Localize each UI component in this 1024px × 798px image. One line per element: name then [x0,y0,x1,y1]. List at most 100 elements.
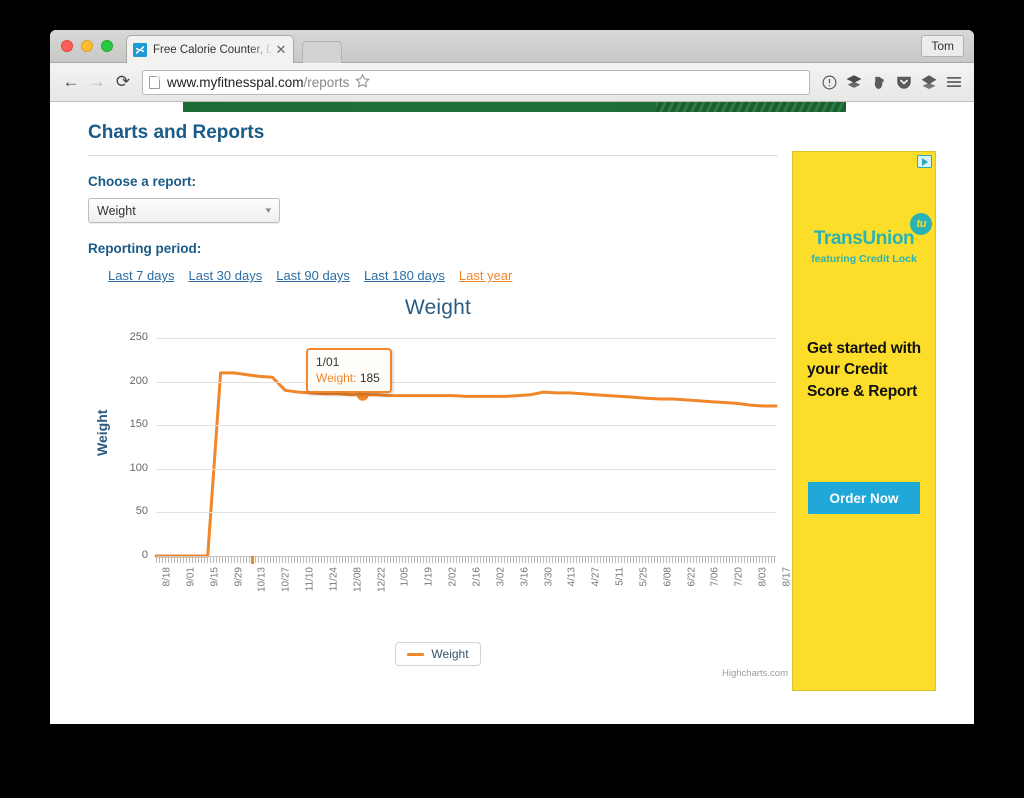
chart-series-line [154,371,778,558]
info-circle-icon[interactable] [817,70,841,94]
period-link-last-90-days[interactable]: Last 90 days [276,268,350,283]
ad-choices-icon[interactable] [917,155,932,168]
myfitnesspal-favicon [133,42,147,57]
legend-swatch [407,652,425,656]
url-host: www.myfitnesspal.com [167,74,304,90]
x-tick-label: 2/16 [471,567,483,587]
x-tick-label: 5/25 [638,567,650,587]
report-select-value: Weight [97,203,136,218]
browser-window: Free Calorie Counter, Diet a ✕ Tom ← → ⟳… [50,30,974,724]
x-tick-label: 3/30 [543,567,555,587]
y-axis-tick-labels: 0 50 100 150 200 250 [106,331,148,561]
browser-tab-active[interactable]: Free Calorie Counter, Diet a ✕ [126,35,294,63]
y-tick-label: 50 [135,505,148,518]
y-tick-label: 200 [129,374,148,387]
tooltip-value: 185 [359,371,380,385]
chart-plot-wrapper: Weight 0 50 100 150 200 250 1/01 Weight: 185 [88,331,793,638]
address-bar[interactable]: www.myfitnesspal.com/reports [142,69,810,95]
tooltip-series-label: Weight: [316,371,357,385]
x-tick-label: 11/24 [328,567,340,592]
gridline [156,425,776,427]
ad-logo-block: TransUnion tu featuring Credit Lock [793,213,935,265]
x-tick-label: 8/18 [161,567,173,587]
x-tick-label: 7/06 [709,567,721,587]
y-tick-label: 250 [129,331,148,343]
x-tick-label: 9/15 [209,567,221,587]
x-tick-label: 12/08 [352,567,364,593]
choose-report-label: Choose a report: [88,174,197,189]
x-tick-label: 9/29 [233,567,245,587]
x-axis-tick-labels: 8/18 9/01 9/15 9/29 10/13 10/27 11/10 11/24 12/0… [156,563,793,609]
page-title: Charts and Reports [88,122,778,156]
layers-icon[interactable] [842,70,866,94]
bookmark-star-icon[interactable] [355,73,371,91]
y-tick-label: 100 [129,461,148,474]
browser-tab-title: Free Calorie Counter, Diet a [153,43,273,56]
x-tick-label: 4/13 [566,567,578,587]
x-tick-label: 1/19 [423,567,435,587]
x-tick-label: 7/20 [733,567,745,587]
new-tab-button[interactable] [302,41,342,63]
x-tick-label: 11/10 [304,567,316,592]
y-tick-label: 150 [129,418,148,431]
report-select[interactable]: Weight ▾ [88,198,280,223]
chart-title: Weight [404,296,472,319]
ad-brand-text: TransUnion [813,228,915,249]
browser-nav-bar: ← → ⟳ www.myfitnesspal.com/reports [50,63,974,102]
x-tick-label: 3/16 [519,567,531,587]
period-link-last-180-days[interactable]: Last 180 days [364,268,445,283]
evernote-elephant-icon[interactable] [867,70,891,94]
chevron-down-icon: ▾ [265,205,272,215]
tooltip-series: Weight: 185 [316,371,382,385]
legend-label: Weight [431,647,469,661]
ad-brand-badge: tu [910,213,933,235]
x-tick-label: 12/22 [376,567,388,593]
close-icon[interactable]: ✕ [275,43,287,56]
x-tick-label: 5/11 [614,567,626,586]
x-tick-label: 2/02 [447,567,459,587]
x-tick-label: 4/27 [590,567,602,587]
x-axis-rule [156,556,776,564]
ad-tagline: featuring Credit Lock [811,253,917,265]
pocket-shield-icon[interactable] [892,70,916,94]
profile-button[interactable]: Tom [921,35,964,57]
advertisement-panel[interactable]: TransUnion tu featuring Credit Lock Get … [792,151,936,691]
x-tick-label: 8/17 [781,567,793,587]
back-icon[interactable]: ← [58,69,84,95]
site-banner [183,102,846,112]
report-content-column: Charts and Reports Choose a report: Weig… [88,122,778,283]
window-traffic-lights [61,40,113,52]
period-link-last-30-days[interactable]: Last 30 days [189,268,263,283]
x-tick-label: 1/05 [399,567,411,587]
x-tick-label: 6/08 [662,567,674,587]
diamond-layers-icon[interactable] [917,70,941,94]
ad-cta-button[interactable]: Order Now [808,482,920,514]
hamburger-menu-icon[interactable] [942,70,966,94]
browser-tab-bar: Free Calorie Counter, Diet a ✕ Tom [50,30,974,63]
legend-item-weight[interactable]: Weight [395,642,481,666]
reporting-period-links: Last 7 days Last 30 days Last 90 days La… [88,268,778,283]
gridline [156,512,776,514]
reporting-period-label: Reporting period: [88,241,202,256]
chart-legend: Weight [88,642,788,666]
period-link-last-7-days[interactable]: Last 7 days [108,268,175,283]
maximize-window-button[interactable] [101,40,113,52]
y-tick-label: 0 [141,549,148,561]
gridline [156,338,776,339]
forward-icon[interactable]: → [84,69,110,95]
chart-tooltip: 1/01 Weight: 185 [306,348,392,393]
gridline [156,468,776,470]
period-link-last-year[interactable]: Last year [459,268,512,283]
x-tick-label: 6/22 [686,567,698,587]
x-tick-label: 9/01 [185,567,197,587]
reload-icon[interactable]: ⟳ [110,69,136,95]
chart-credit[interactable]: Highcharts.com [722,668,788,679]
address-bar-text: www.myfitnesspal.com/reports [167,75,349,90]
ad-brand-name: TransUnion tu [813,213,933,250]
x-tick-label: 10/13 [256,567,268,593]
weight-chart: Weight Weight 0 50 100 150 200 250 1/01 Weigh… [88,290,793,690]
close-window-button[interactable] [61,40,73,52]
ad-headline: Get started with your Credit Score & Rep… [807,340,921,400]
minimize-window-button[interactable] [81,40,93,52]
x-axis: 8/18 9/01 9/15 9/29 10/13 10/27 11/10 11/24 12/0… [156,556,793,609]
